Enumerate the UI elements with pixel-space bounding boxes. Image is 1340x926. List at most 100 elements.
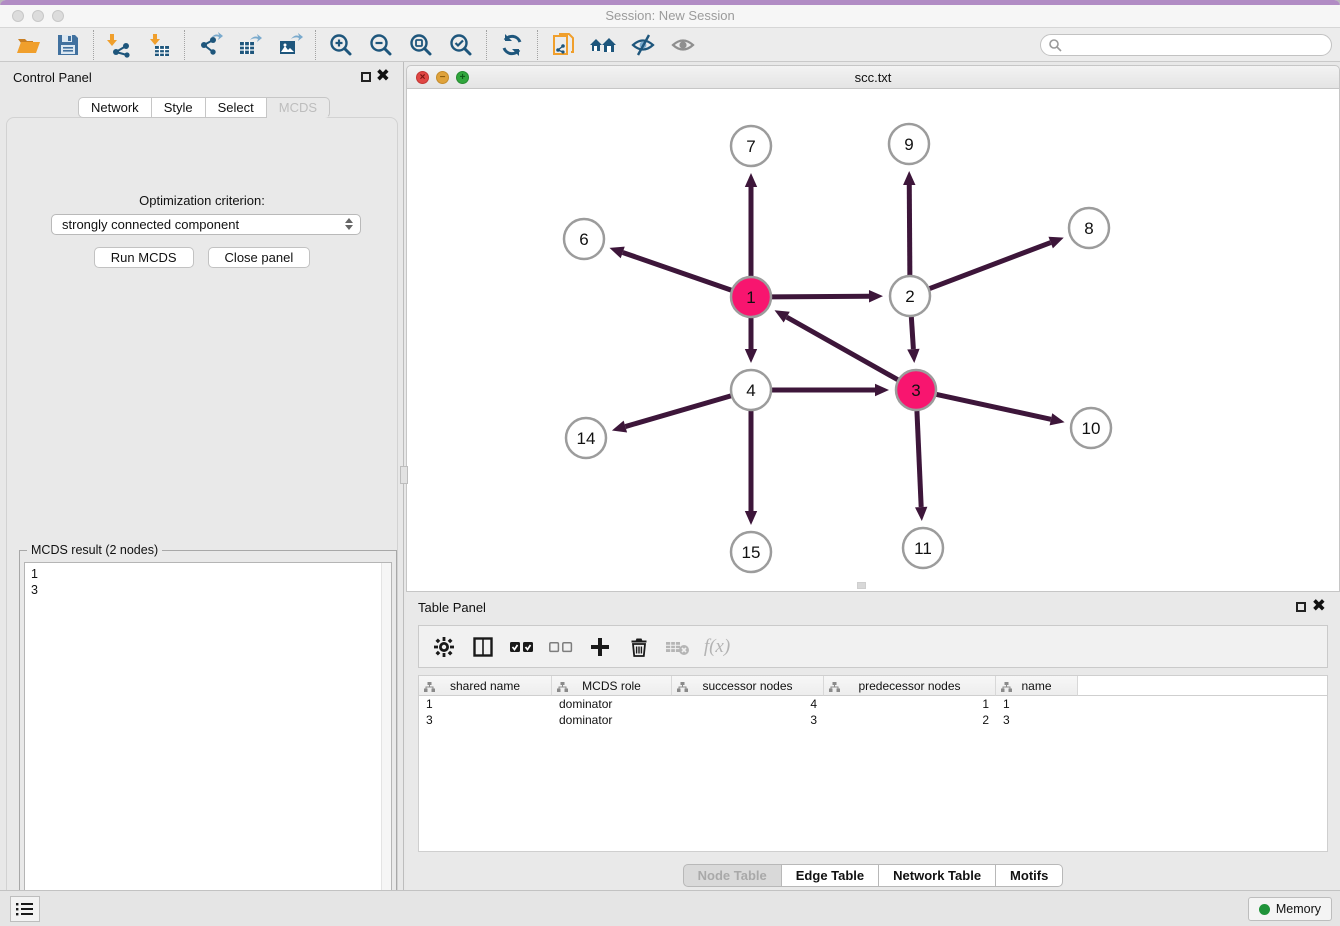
- tab-node-table[interactable]: Node Table: [683, 864, 782, 887]
- float-panel-icon[interactable]: [361, 72, 371, 82]
- edge-arrowhead: [1048, 237, 1063, 249]
- add-column-icon[interactable]: [585, 632, 615, 662]
- table-cell[interactable]: 1: [996, 696, 1078, 712]
- export-table-icon[interactable]: [230, 30, 270, 60]
- new-network-icon[interactable]: [543, 30, 583, 60]
- close-table-panel-icon[interactable]: ✖: [1312, 597, 1326, 615]
- window-title: Session: New Session: [0, 8, 1340, 23]
- select-all-icon[interactable]: [507, 632, 537, 662]
- import-network-icon[interactable]: [99, 30, 139, 60]
- edge-arrowhead: [875, 384, 889, 396]
- column-header-MCDS-role[interactable]: MCDS role: [552, 676, 672, 696]
- function-builder-icon[interactable]: f(x): [702, 632, 732, 662]
- edge-2-9[interactable]: [909, 185, 910, 275]
- mcds-result-title: MCDS result (2 nodes): [27, 543, 162, 557]
- edge-1-2[interactable]: [772, 296, 869, 297]
- result-value: 3: [31, 582, 385, 598]
- home-layout-icon[interactable]: [583, 30, 623, 60]
- hide-panel-icon[interactable]: [623, 30, 663, 60]
- deselect-all-icon[interactable]: [546, 632, 576, 662]
- mcds-result-area[interactable]: 13: [24, 562, 392, 922]
- edge-3-1[interactable]: [787, 317, 898, 380]
- tab-edge-table[interactable]: Edge Table: [782, 864, 879, 887]
- edge-arrowhead: [745, 511, 757, 525]
- node-table[interactable]: shared nameMCDS rolesuccessor nodesprede…: [418, 675, 1328, 852]
- tab-style[interactable]: Style: [152, 97, 206, 118]
- edge-2-3[interactable]: [911, 317, 913, 349]
- gear-icon[interactable]: [429, 632, 459, 662]
- edge-arrowhead: [903, 171, 915, 185]
- tab-network-table[interactable]: Network Table: [879, 864, 996, 887]
- edge-2-8[interactable]: [930, 243, 1051, 289]
- open-session-icon[interactable]: [8, 30, 48, 60]
- mcds-result-group: MCDS result (2 nodes) 13: [19, 550, 397, 926]
- tab-mcds[interactable]: MCDS: [267, 97, 330, 118]
- column-header-filler: [1078, 676, 1327, 696]
- network-graph[interactable]: 7968124314101511: [407, 89, 1340, 592]
- control-panel: Control Panel ✖ NetworkStyleSelectMCDS O…: [0, 62, 404, 890]
- control-panel-title: Control Panel: [13, 70, 92, 85]
- toolbar-separator: [537, 30, 538, 60]
- import-table-icon[interactable]: [139, 30, 179, 60]
- tab-network[interactable]: Network: [78, 97, 152, 118]
- edge-arrowhead: [610, 247, 625, 259]
- table-cell[interactable]: 3: [419, 712, 552, 728]
- edge-1-6[interactable]: [623, 252, 731, 290]
- columns-icon[interactable]: [468, 632, 498, 662]
- float-table-panel-icon[interactable]: [1296, 602, 1306, 612]
- edge-3-10[interactable]: [937, 394, 1051, 419]
- app-window: Session: New Session: [0, 0, 1340, 926]
- column-header-successor-nodes[interactable]: successor nodes: [672, 676, 824, 696]
- table-cell[interactable]: 3: [672, 712, 824, 728]
- node-label-14: 14: [577, 429, 596, 448]
- table-row[interactable]: 3dominator323: [419, 712, 1327, 728]
- edge-arrowhead: [1050, 413, 1065, 425]
- table-row[interactable]: 1dominator411: [419, 696, 1327, 712]
- refresh-icon[interactable]: [492, 30, 532, 60]
- table-header-row: shared nameMCDS rolesuccessor nodesprede…: [419, 676, 1327, 696]
- tab-motifs[interactable]: Motifs: [996, 864, 1063, 887]
- result-value: 1: [31, 566, 385, 582]
- result-scrollbar[interactable]: [381, 563, 391, 921]
- delete-table-icon[interactable]: [663, 632, 693, 662]
- show-panel-icon[interactable]: [663, 30, 703, 60]
- run-mcds-button[interactable]: Run MCDS: [94, 247, 194, 268]
- edge-arrowhead: [612, 421, 627, 433]
- zoom-out-icon[interactable]: [361, 30, 401, 60]
- zoom-selected-icon[interactable]: [441, 30, 481, 60]
- export-network-icon[interactable]: [190, 30, 230, 60]
- export-image-icon[interactable]: [270, 30, 310, 60]
- zoom-in-icon[interactable]: [321, 30, 361, 60]
- tab-select[interactable]: Select: [206, 97, 267, 118]
- table-cell[interactable]: dominator: [552, 696, 672, 712]
- network-window-titlebar[interactable]: × − + scc.txt: [406, 65, 1340, 89]
- close-panel-icon[interactable]: ✖: [376, 67, 390, 85]
- toolbar-separator: [184, 30, 185, 60]
- node-label-6: 6: [579, 230, 588, 249]
- table-cell[interactable]: 2: [824, 712, 996, 728]
- zoom-fit-icon[interactable]: [401, 30, 441, 60]
- column-header-shared-name[interactable]: shared name: [419, 676, 552, 696]
- dropdown-value: strongly connected component: [62, 217, 239, 232]
- edge-3-11[interactable]: [917, 411, 921, 507]
- table-cell[interactable]: dominator: [552, 712, 672, 728]
- table-cell[interactable]: 4: [672, 696, 824, 712]
- table-cell[interactable]: 3: [996, 712, 1078, 728]
- column-header-predecessor-nodes[interactable]: predecessor nodes: [824, 676, 996, 696]
- table-cell[interactable]: 1: [419, 696, 552, 712]
- column-hierarchy-icon: [1001, 681, 1012, 695]
- close-panel-button[interactable]: Close panel: [208, 247, 311, 268]
- panel-splitter-handle[interactable]: [400, 466, 408, 484]
- task-history-button[interactable]: [10, 896, 40, 922]
- column-header-name[interactable]: name: [996, 676, 1078, 696]
- network-canvas[interactable]: 7968124314101511: [406, 89, 1340, 592]
- canvas-scrollbar-nub[interactable]: [857, 582, 866, 589]
- memory-button[interactable]: Memory: [1248, 897, 1332, 921]
- search-input[interactable]: [1040, 34, 1332, 56]
- delete-icon[interactable]: [624, 632, 654, 662]
- table-panel-header: Table Panel ✖: [406, 600, 1340, 618]
- optimization-dropdown[interactable]: strongly connected component: [51, 214, 361, 235]
- edge-4-14[interactable]: [625, 396, 730, 427]
- table-cell[interactable]: 1: [824, 696, 996, 712]
- save-session-icon[interactable]: [48, 30, 88, 60]
